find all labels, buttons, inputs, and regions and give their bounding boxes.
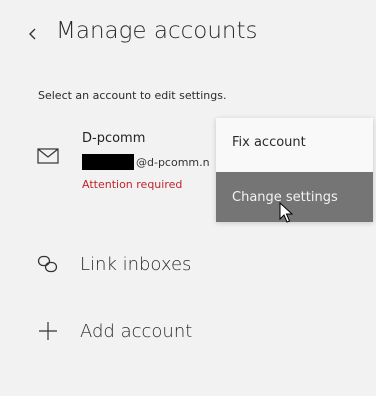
back-button[interactable]	[20, 20, 46, 48]
link-inboxes-label: Link inboxes	[80, 253, 192, 275]
plus-icon	[28, 311, 68, 351]
account-status: Attention required	[82, 178, 183, 191]
account-email-text: @d-pcomm.ne	[136, 155, 210, 169]
menu-item-change-settings[interactable]: Change settings	[216, 172, 373, 222]
add-account-button[interactable]: Add account	[20, 306, 340, 356]
page-title: Manage accounts	[56, 18, 258, 44]
mouse-cursor-icon	[279, 202, 293, 223]
chevron-left-icon	[29, 28, 36, 40]
link-icon	[28, 244, 68, 284]
link-inboxes-button[interactable]: Link inboxes	[20, 239, 340, 289]
account-name: D-pcomm	[82, 131, 146, 146]
subtitle-instruction: Select an account to edit settings.	[38, 89, 227, 102]
add-account-label: Add account	[80, 320, 193, 342]
mail-icon	[37, 148, 59, 164]
redaction-box	[82, 154, 134, 170]
context-menu: Fix account Change settings	[216, 118, 373, 222]
header: Manage accounts	[0, 0, 376, 70]
account-email: @d-pcomm.ne	[82, 154, 210, 170]
account-item[interactable]: D-pcomm @d-pcomm.ne Attention required	[20, 122, 220, 204]
menu-item-fix-account[interactable]: Fix account	[216, 118, 373, 166]
